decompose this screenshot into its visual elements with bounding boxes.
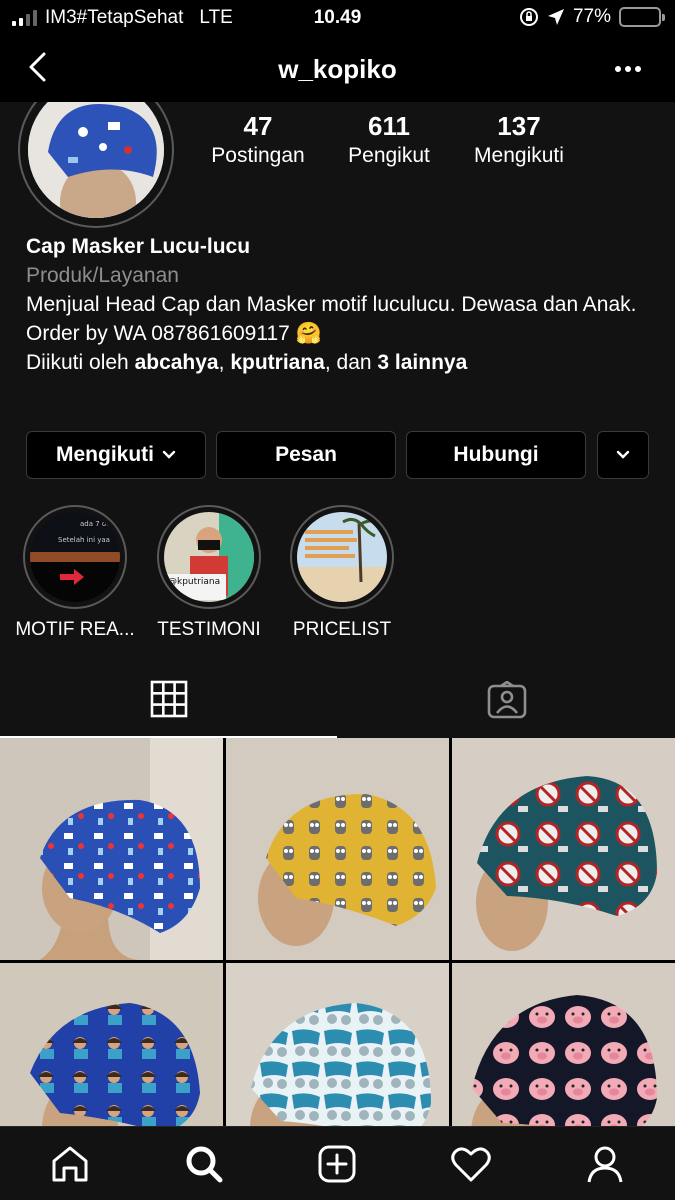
battery-percent: 77% [572, 6, 611, 27]
following-count-value: 137 [497, 111, 541, 141]
avatar-image [28, 82, 164, 218]
message-button-label: Pesan [275, 443, 337, 466]
followed-by-user: kputriana [230, 351, 325, 374]
highlight-motif-text: Setelah ini yaa [58, 536, 110, 544]
highlight-pricelist[interactable]: PRICELIST [272, 505, 412, 642]
profile-header: w_kopiko [0, 36, 675, 102]
following-count[interactable]: 137 Mengikuti [474, 110, 564, 170]
battery-icon [619, 7, 665, 27]
post-thumbnail[interactable] [226, 738, 449, 960]
contact-button-label: Hubungi [453, 443, 539, 466]
bio-description: Menjual Head Cap dan Masker motif luculu… [26, 293, 637, 316]
message-button[interactable]: Pesan [216, 431, 396, 479]
highlight-testimoni-text: is [168, 589, 176, 599]
more-horizontal-icon [615, 66, 621, 72]
followers-count-value: 611 [368, 111, 410, 141]
bottom-navigation [0, 1126, 675, 1200]
suggested-accounts-button[interactable] [597, 431, 649, 479]
profile-stats: 47 Postingan 611 Pengikut 137 Mengikuti [200, 110, 670, 180]
following-button[interactable]: Mengikuti [26, 431, 206, 479]
profile-category[interactable]: Produk/Layanan [26, 261, 656, 290]
followed-by-prefix: Diikuti oleh [26, 351, 129, 374]
post-image [0, 738, 223, 960]
highlight-label: TESTIMONI [157, 619, 261, 640]
following-count-label: Mengikuti [474, 144, 564, 167]
highlight-motif[interactable]: ada 7 o... aja sih? Setelah ini yaa MOTI… [5, 505, 145, 642]
grid-icon [150, 680, 187, 718]
post-image [226, 738, 449, 960]
profile-icon [587, 1146, 623, 1183]
more-options-button[interactable] [615, 66, 641, 72]
highlight-label: PRICELIST [292, 619, 392, 640]
profile-bio: Cap Masker Lucu-lucu Produk/Layanan Menj… [26, 232, 656, 377]
tagged-person-icon [487, 681, 526, 719]
profile-display-name: Cap Masker Lucu-lucu [26, 235, 251, 258]
add-post-icon [318, 1145, 356, 1183]
highlight-motif-text: ada 7 o... aja sih? [80, 520, 120, 528]
search-icon [186, 1146, 223, 1183]
nav-create-post[interactable] [312, 1141, 362, 1187]
nav-profile[interactable] [580, 1141, 630, 1187]
highlight-testimoni-text: @kputriana [168, 577, 220, 587]
nav-home[interactable] [45, 1141, 95, 1187]
post-thumbnail[interactable] [452, 738, 675, 960]
bio-order-line: Order by WA 087861609117 🤗 [26, 319, 656, 348]
location-icon [547, 9, 564, 25]
post-thumbnail[interactable] [0, 738, 223, 960]
profile-tabs [0, 662, 675, 738]
posts-count-label: Postingan [211, 144, 305, 167]
followed-by-user: abcahya [134, 351, 219, 374]
tab-tagged[interactable] [338, 662, 675, 738]
nav-search[interactable] [179, 1141, 229, 1187]
followed-by-and: , dan [324, 351, 372, 374]
followed-by-sep: , [218, 351, 225, 374]
profile-section: 47 Postingan 611 Pengikut 137 Mengikuti … [0, 72, 675, 662]
followers-count-label: Pengikut [348, 144, 430, 167]
highlight-pricelist-thumbnail [297, 512, 387, 602]
nav-activity[interactable] [446, 1141, 496, 1187]
highlight-testimoni-thumbnail: @kputriana is [164, 512, 254, 602]
order-text: Order by WA 087861609117 [26, 322, 290, 345]
highlight-motif-thumbnail: ada 7 o... aja sih? Setelah ini yaa [30, 512, 120, 602]
home-icon [52, 1146, 88, 1182]
followers-count[interactable]: 611 Pengikut [348, 110, 430, 170]
status-bar: IM3#TetapSehat LTE 10.49 77% [0, 0, 675, 36]
chevron-down-icon [162, 450, 176, 459]
chevron-down-icon [616, 450, 630, 459]
posts-count[interactable]: 47 Postingan [211, 110, 304, 170]
post-image [452, 738, 675, 960]
contact-button[interactable]: Hubungi [406, 431, 586, 479]
highlight-label: MOTIF REA... [15, 619, 135, 640]
posts-grid [0, 738, 675, 1185]
highlight-testimoni[interactable]: @kputriana is TESTIMONI [139, 505, 279, 642]
heart-icon [451, 1147, 491, 1182]
followed-by-more: 3 lainnya [377, 351, 468, 374]
story-highlights: ada 7 o... aja sih? Setelah ini yaa MOTI… [0, 505, 675, 645]
following-button-label: Mengikuti [56, 443, 154, 466]
posts-count-value: 47 [243, 111, 273, 141]
profile-username: w_kopiko [278, 54, 397, 84]
orientation-lock-icon [519, 8, 538, 26]
hugging-emoji: 🤗 [295, 322, 322, 345]
tab-posts-grid[interactable] [0, 662, 337, 738]
followed-by[interactable]: Diikuti oleh abcahya, kputriana, dan 3 l… [26, 348, 656, 377]
